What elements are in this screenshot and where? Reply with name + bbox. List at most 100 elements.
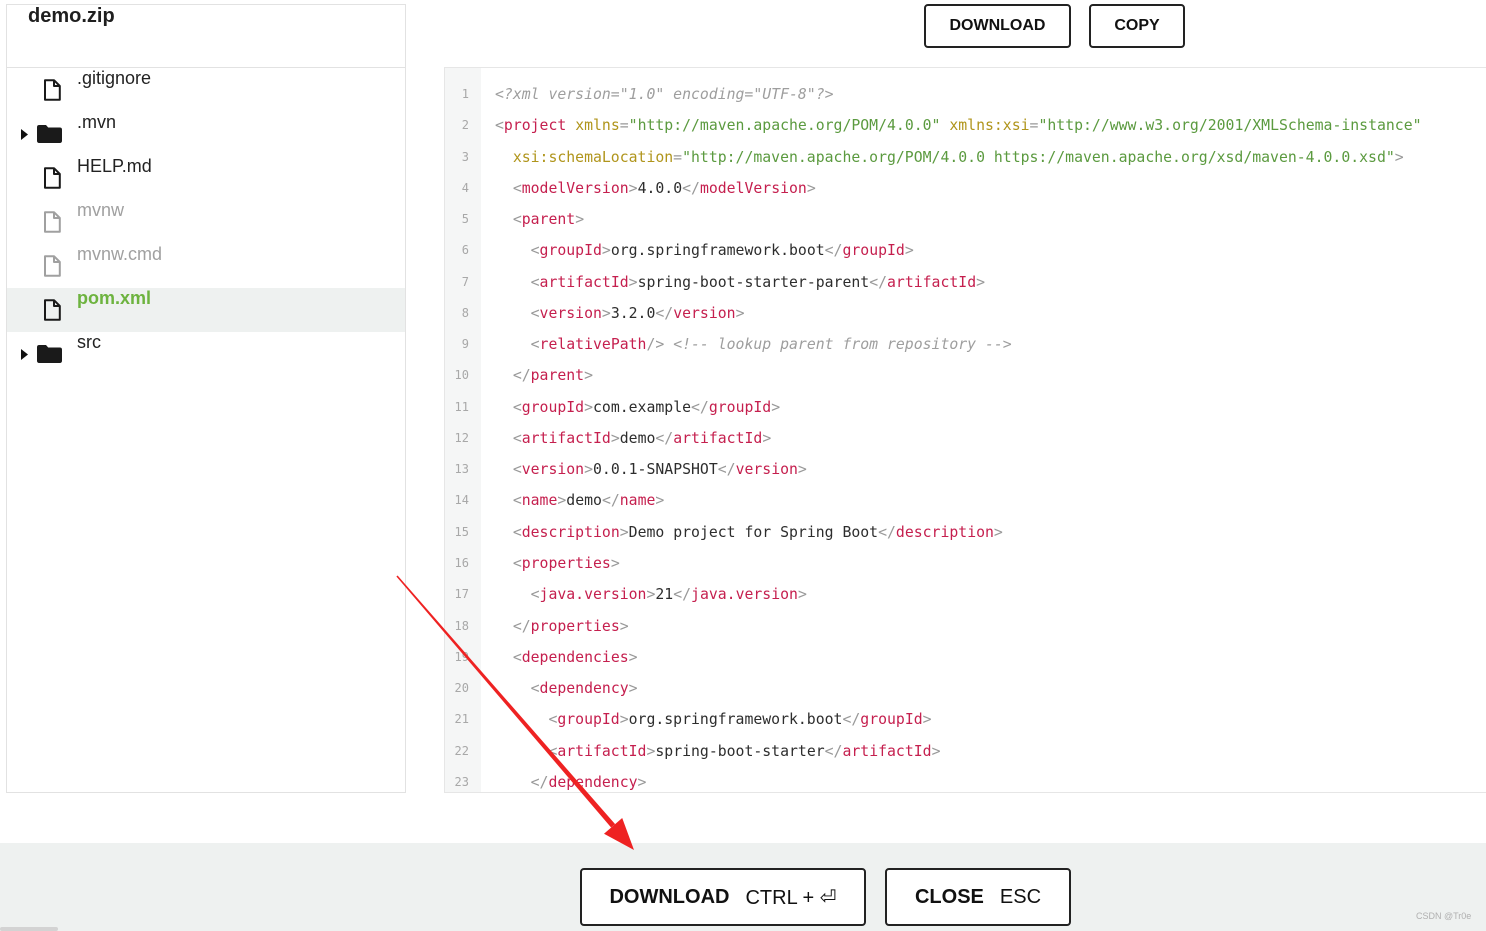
tree-item-gitignore[interactable]: .gitignore bbox=[7, 68, 405, 112]
line-number: 2 bbox=[461, 118, 469, 133]
xml-tag-name: groupId bbox=[557, 711, 620, 729]
footer-download-shortcut: CTRL + ⏎ bbox=[745, 886, 837, 909]
code-text: <artifactId>spring-boot-starter</artifac… bbox=[495, 736, 940, 767]
xml-punctuation: > bbox=[610, 554, 620, 572]
code-line: 6 <groupId>org.springframework.boot</grou… bbox=[445, 235, 1486, 266]
xml-tag-name: artifactId bbox=[673, 429, 763, 447]
caret-right-icon[interactable] bbox=[21, 348, 28, 360]
xml-punctuation: > bbox=[619, 523, 629, 541]
line-number: 15 bbox=[454, 524, 469, 539]
xml-text: 4.0.0 bbox=[637, 179, 683, 197]
code-text: <?xml version="1.0" encoding="UTF-8"?> bbox=[495, 79, 834, 110]
xml-text: 0.0.1-SNAPSHOT bbox=[593, 461, 718, 479]
xml-punctuation: < bbox=[512, 648, 522, 666]
code-text: <modelVersion>4.0.0</modelVersion> bbox=[495, 173, 816, 204]
xml-punctuation: </ bbox=[717, 461, 736, 479]
caret-right-icon[interactable] bbox=[21, 128, 28, 140]
folder-icon bbox=[37, 345, 62, 363]
xml-punctuation: </ bbox=[842, 711, 861, 729]
code-line: 14 <name>demo</name> bbox=[445, 485, 1486, 516]
xml-tag-name: project bbox=[503, 117, 567, 135]
xml-punctuation: </ bbox=[655, 429, 674, 447]
code-line: 23 </dependency> bbox=[445, 767, 1486, 792]
xml-attribute-name: xsi:schemaLocation bbox=[512, 148, 674, 166]
xml-punctuation: > bbox=[557, 492, 567, 510]
code-text: <name>demo</name> bbox=[495, 485, 665, 516]
xml-punctuation: </ bbox=[655, 304, 674, 322]
code-text: <properties> bbox=[495, 548, 620, 579]
xml-punctuation: </ bbox=[824, 242, 843, 260]
tree-item-mvnw-cmd[interactable]: mvnw.cmd bbox=[7, 244, 405, 288]
code-line: 19 <dependencies> bbox=[445, 642, 1486, 673]
tree-item-label: HELP.md bbox=[77, 156, 152, 176]
xml-punctuation: < bbox=[530, 680, 540, 698]
xml-text: org.springframework.boot bbox=[610, 242, 825, 260]
xml-punctuation: </ bbox=[691, 398, 709, 416]
xml-tag-name: artifactId bbox=[539, 273, 629, 291]
code-line: 13 <version>0.0.1-SNAPSHOT</version> bbox=[445, 454, 1486, 485]
xml-tag-name: parent bbox=[530, 367, 585, 385]
xml-punctuation: > bbox=[619, 617, 629, 635]
tree-item-label: mvnw.cmd bbox=[77, 244, 163, 264]
xml-punctuation: < bbox=[512, 523, 522, 541]
line-number: 4 bbox=[461, 180, 469, 195]
xml-tag-name: java.version bbox=[539, 586, 647, 604]
xml-punctuation: </ bbox=[682, 179, 700, 197]
code-text: <groupId>org.springframework.boot</group… bbox=[495, 235, 914, 266]
code-line: 2 <project xmlns="http://maven.apache.org… bbox=[445, 110, 1486, 141]
xml-tag-name: groupId bbox=[521, 398, 585, 416]
tree-item-label: pom.xml bbox=[77, 288, 152, 308]
footer-download-button[interactable]: DOWNLOAD CTRL + ⏎ bbox=[580, 868, 866, 926]
xml-punctuation: > bbox=[601, 304, 611, 322]
code-text: <project xmlns="http://maven.apache.org/… bbox=[495, 110, 1422, 141]
xml-punctuation: > bbox=[584, 461, 594, 479]
line-number: 5 bbox=[461, 212, 469, 227]
xml-punctuation: > bbox=[584, 398, 594, 416]
xml-punctuation: < bbox=[495, 117, 504, 135]
download-button[interactable]: DOWNLOAD bbox=[924, 4, 1071, 48]
tree-item-src[interactable]: src bbox=[7, 332, 405, 376]
xml-tag-name: groupId bbox=[860, 711, 923, 729]
file-icon bbox=[43, 299, 61, 321]
xml-punctuation: > bbox=[931, 742, 941, 760]
xml-tag-name: groupId bbox=[708, 398, 772, 416]
line-number: 13 bbox=[454, 462, 469, 477]
xml-tag-name: groupId bbox=[842, 242, 905, 260]
code-line: 9 <relativePath/> <!-- lookup parent from… bbox=[445, 329, 1486, 360]
xml-punctuation: > bbox=[637, 773, 647, 791]
xml-tag-name: properties bbox=[521, 554, 611, 572]
copy-button[interactable]: COPY bbox=[1089, 4, 1185, 48]
xml-tag-name: description bbox=[895, 523, 994, 541]
code-line: 1 <?xml version="1.0" encoding="UTF-8"?> bbox=[445, 79, 1486, 110]
footer-download-label: DOWNLOAD bbox=[609, 885, 730, 908]
code-line: 20 <dependency> bbox=[445, 673, 1486, 704]
code-line: 7 <artifactId>spring-boot-starter-parent<… bbox=[445, 267, 1486, 298]
code-line: 8 <version>3.2.0</version> bbox=[445, 298, 1486, 329]
line-number: 9 bbox=[461, 337, 469, 352]
close-button[interactable]: CLOSE ESC bbox=[885, 868, 1071, 926]
xml-text: com.example bbox=[593, 398, 692, 416]
xml-tag-name: name bbox=[521, 492, 558, 510]
line-number: 17 bbox=[454, 587, 469, 602]
xml-punctuation: > bbox=[584, 367, 594, 385]
tree-item-help-md[interactable]: HELP.md bbox=[7, 156, 405, 200]
xml-tag-name: dependency bbox=[548, 773, 638, 791]
line-number: 8 bbox=[461, 305, 469, 320]
tree-item-mvn[interactable]: .mvn bbox=[7, 112, 405, 156]
tree-item-mvnw[interactable]: mvnw bbox=[7, 200, 405, 244]
xml-punctuation: > bbox=[601, 242, 611, 260]
xml-attribute-name: xmlns:xsi bbox=[940, 117, 1030, 135]
code-text: < description >Demo project for Spring Boo… bbox=[495, 517, 1003, 548]
xml-punctuation: > bbox=[976, 273, 986, 291]
xml-punctuation: > bbox=[1394, 148, 1404, 166]
xml-text: Demo project for Spring Boot bbox=[628, 523, 879, 541]
horizontal-scrollbar-thumb[interactable] bbox=[0, 927, 58, 931]
xml-attribute-name: xmlns bbox=[566, 117, 620, 135]
dialog-footer: DOWNLOAD CTRL + ⏎ CLOSE ESC bbox=[0, 843, 1486, 931]
code-line: 11 <groupId>com.example</groupId> bbox=[445, 392, 1486, 423]
code-preview[interactable]: 1 <?xml version="1.0" encoding="UTF-8"?> 2… bbox=[444, 67, 1486, 793]
line-number: 12 bbox=[454, 430, 469, 445]
tree-item-pom-xml[interactable]: pom.xml bbox=[7, 288, 405, 332]
code-text: <parent> bbox=[495, 204, 584, 235]
xml-punctuation: > bbox=[922, 711, 932, 729]
